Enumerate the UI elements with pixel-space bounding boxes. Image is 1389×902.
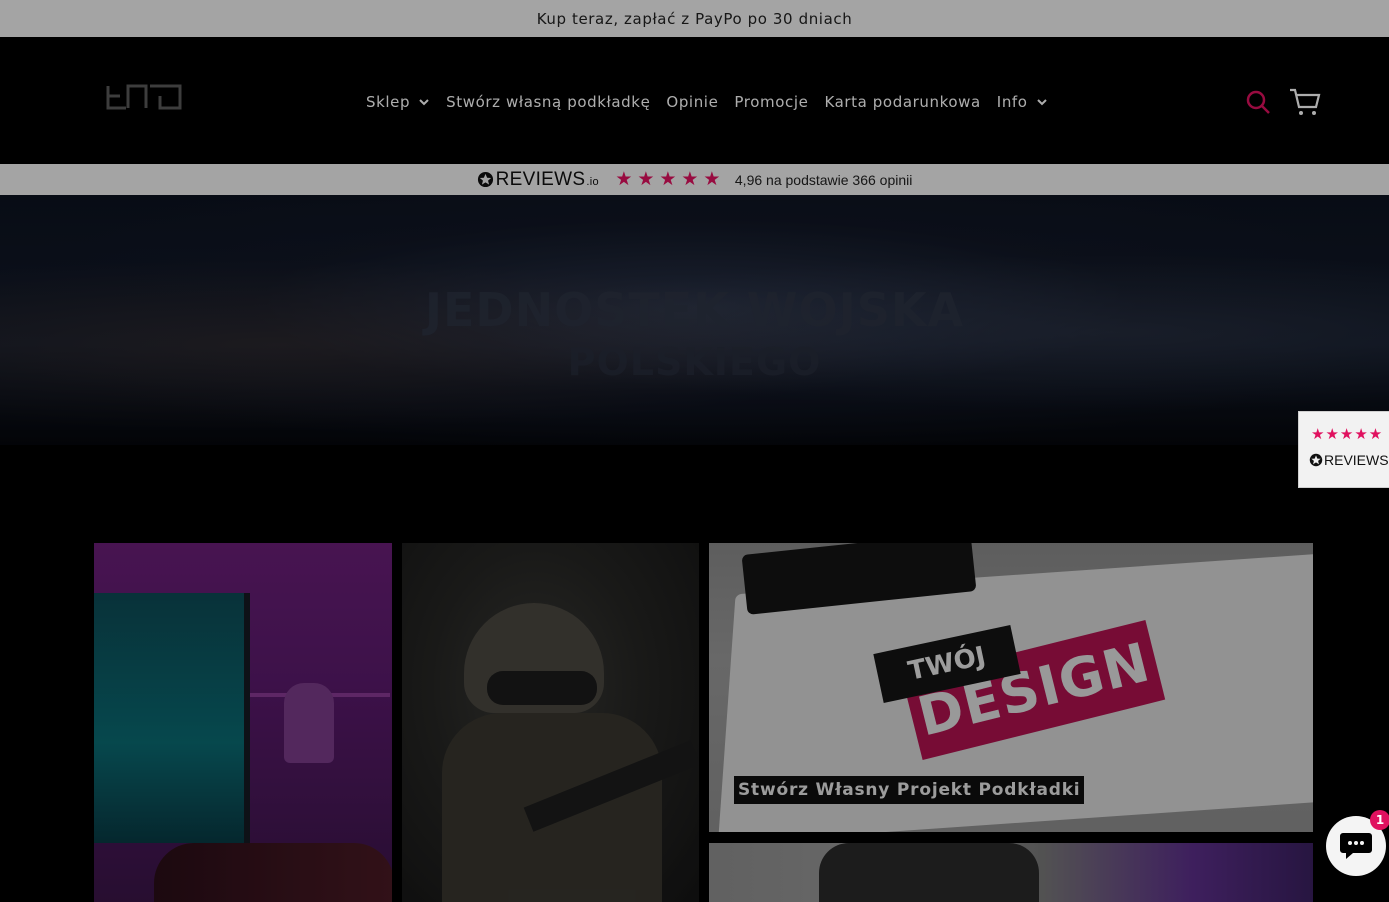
nav-label: Stwórz własną podkładkę xyxy=(446,93,651,111)
chevron-down-icon xyxy=(1036,99,1047,106)
nav-item-info[interactable]: Info xyxy=(997,93,1048,111)
nav-item-gift-card[interactable]: Karta podarunkowa xyxy=(824,93,980,111)
site-header: Sklep Stwórz własną podkładkę Opinie Pro… xyxy=(0,37,1389,164)
tile-image-hand xyxy=(154,843,392,902)
nav-label: Promocje xyxy=(734,93,809,111)
reviews-bar[interactable]: REVIEWS .io ★ ★ ★ ★ ★ 4,96 na podstawie 3… xyxy=(0,164,1389,195)
tile-image-monitor xyxy=(94,593,250,843)
tile-image-chair xyxy=(819,843,1039,902)
reviews-star-icon xyxy=(1309,453,1323,467)
nav-label: Opinie xyxy=(666,93,719,111)
reviews-logo: REVIEWS .io xyxy=(477,169,599,191)
rating-stars: ★ ★ ★ ★ ★ xyxy=(613,170,723,189)
search-icon[interactable] xyxy=(1245,89,1271,115)
reviews-star-icon xyxy=(477,171,493,188)
collection-tile-custom-design[interactable]: DESIGN TWÓJ Stwórz Własny Projekt Podkła… xyxy=(709,543,1313,832)
nav-item-promocje[interactable]: Promocje xyxy=(734,93,808,111)
star-icon: ★ xyxy=(681,168,699,190)
star-icon: ★ xyxy=(659,168,677,190)
nav-item-opinie[interactable]: Opinie xyxy=(666,93,718,111)
star-icon: ★ xyxy=(615,168,633,190)
nav-label: Sklep xyxy=(366,93,411,111)
chevron-down-icon xyxy=(419,99,429,106)
nav-item-create-pad[interactable]: Stwórz własną podkładkę xyxy=(446,93,650,111)
hero-title: JEDNOSTEK WOJSKA xyxy=(424,283,965,337)
tile-image-figure xyxy=(284,683,334,763)
collection-tile-galaxy[interactable] xyxy=(709,843,1313,902)
nav-label: Karta podarunkowa xyxy=(824,93,981,111)
collection-tile-military[interactable] xyxy=(402,543,699,902)
hero-subtitle: POLSKIEGO xyxy=(567,340,822,384)
collection-tile-gaming[interactable] xyxy=(94,543,392,902)
hero-banner[interactable]: JEDNOSTEK WOJSKA POLSKIEGO xyxy=(0,195,1389,445)
tile-caption[interactable]: Stwórz Własny Projekt Podkładki xyxy=(734,776,1085,804)
nav-label: Info xyxy=(996,93,1028,111)
main-nav: Sklep Stwórz własną podkładkę Opinie Pro… xyxy=(358,89,1056,115)
chat-notification-badge: 1 xyxy=(1370,810,1389,830)
star-icon: ★ xyxy=(637,168,655,190)
tile-image-goggles xyxy=(487,671,597,705)
rating-text: 4,96 na podstawie 366 opinii xyxy=(734,171,913,188)
reviews-brand-suffix: .io xyxy=(586,175,599,188)
cart-icon[interactable] xyxy=(1289,87,1321,117)
chat-icon xyxy=(1340,833,1372,859)
side-reviews-logo: REVIEWS xyxy=(1309,452,1389,468)
side-reviews-tab[interactable]: ★★★★★ REVIEWS xyxy=(1298,411,1389,488)
announcement-text: Kup teraz, zapłać z PayPo po 30 dniach xyxy=(536,9,853,28)
logo[interactable] xyxy=(106,82,182,112)
star-icon: ★ xyxy=(703,168,721,190)
reviews-brand: REVIEWS xyxy=(495,168,586,190)
side-reviews-brand: REVIEWS xyxy=(1324,452,1389,468)
side-rating-stars: ★★★★★ xyxy=(1311,425,1384,443)
nav-item-sklep[interactable]: Sklep xyxy=(366,93,430,111)
announcement-bar: Kup teraz, zapłać z PayPo po 30 dniach xyxy=(0,0,1389,37)
